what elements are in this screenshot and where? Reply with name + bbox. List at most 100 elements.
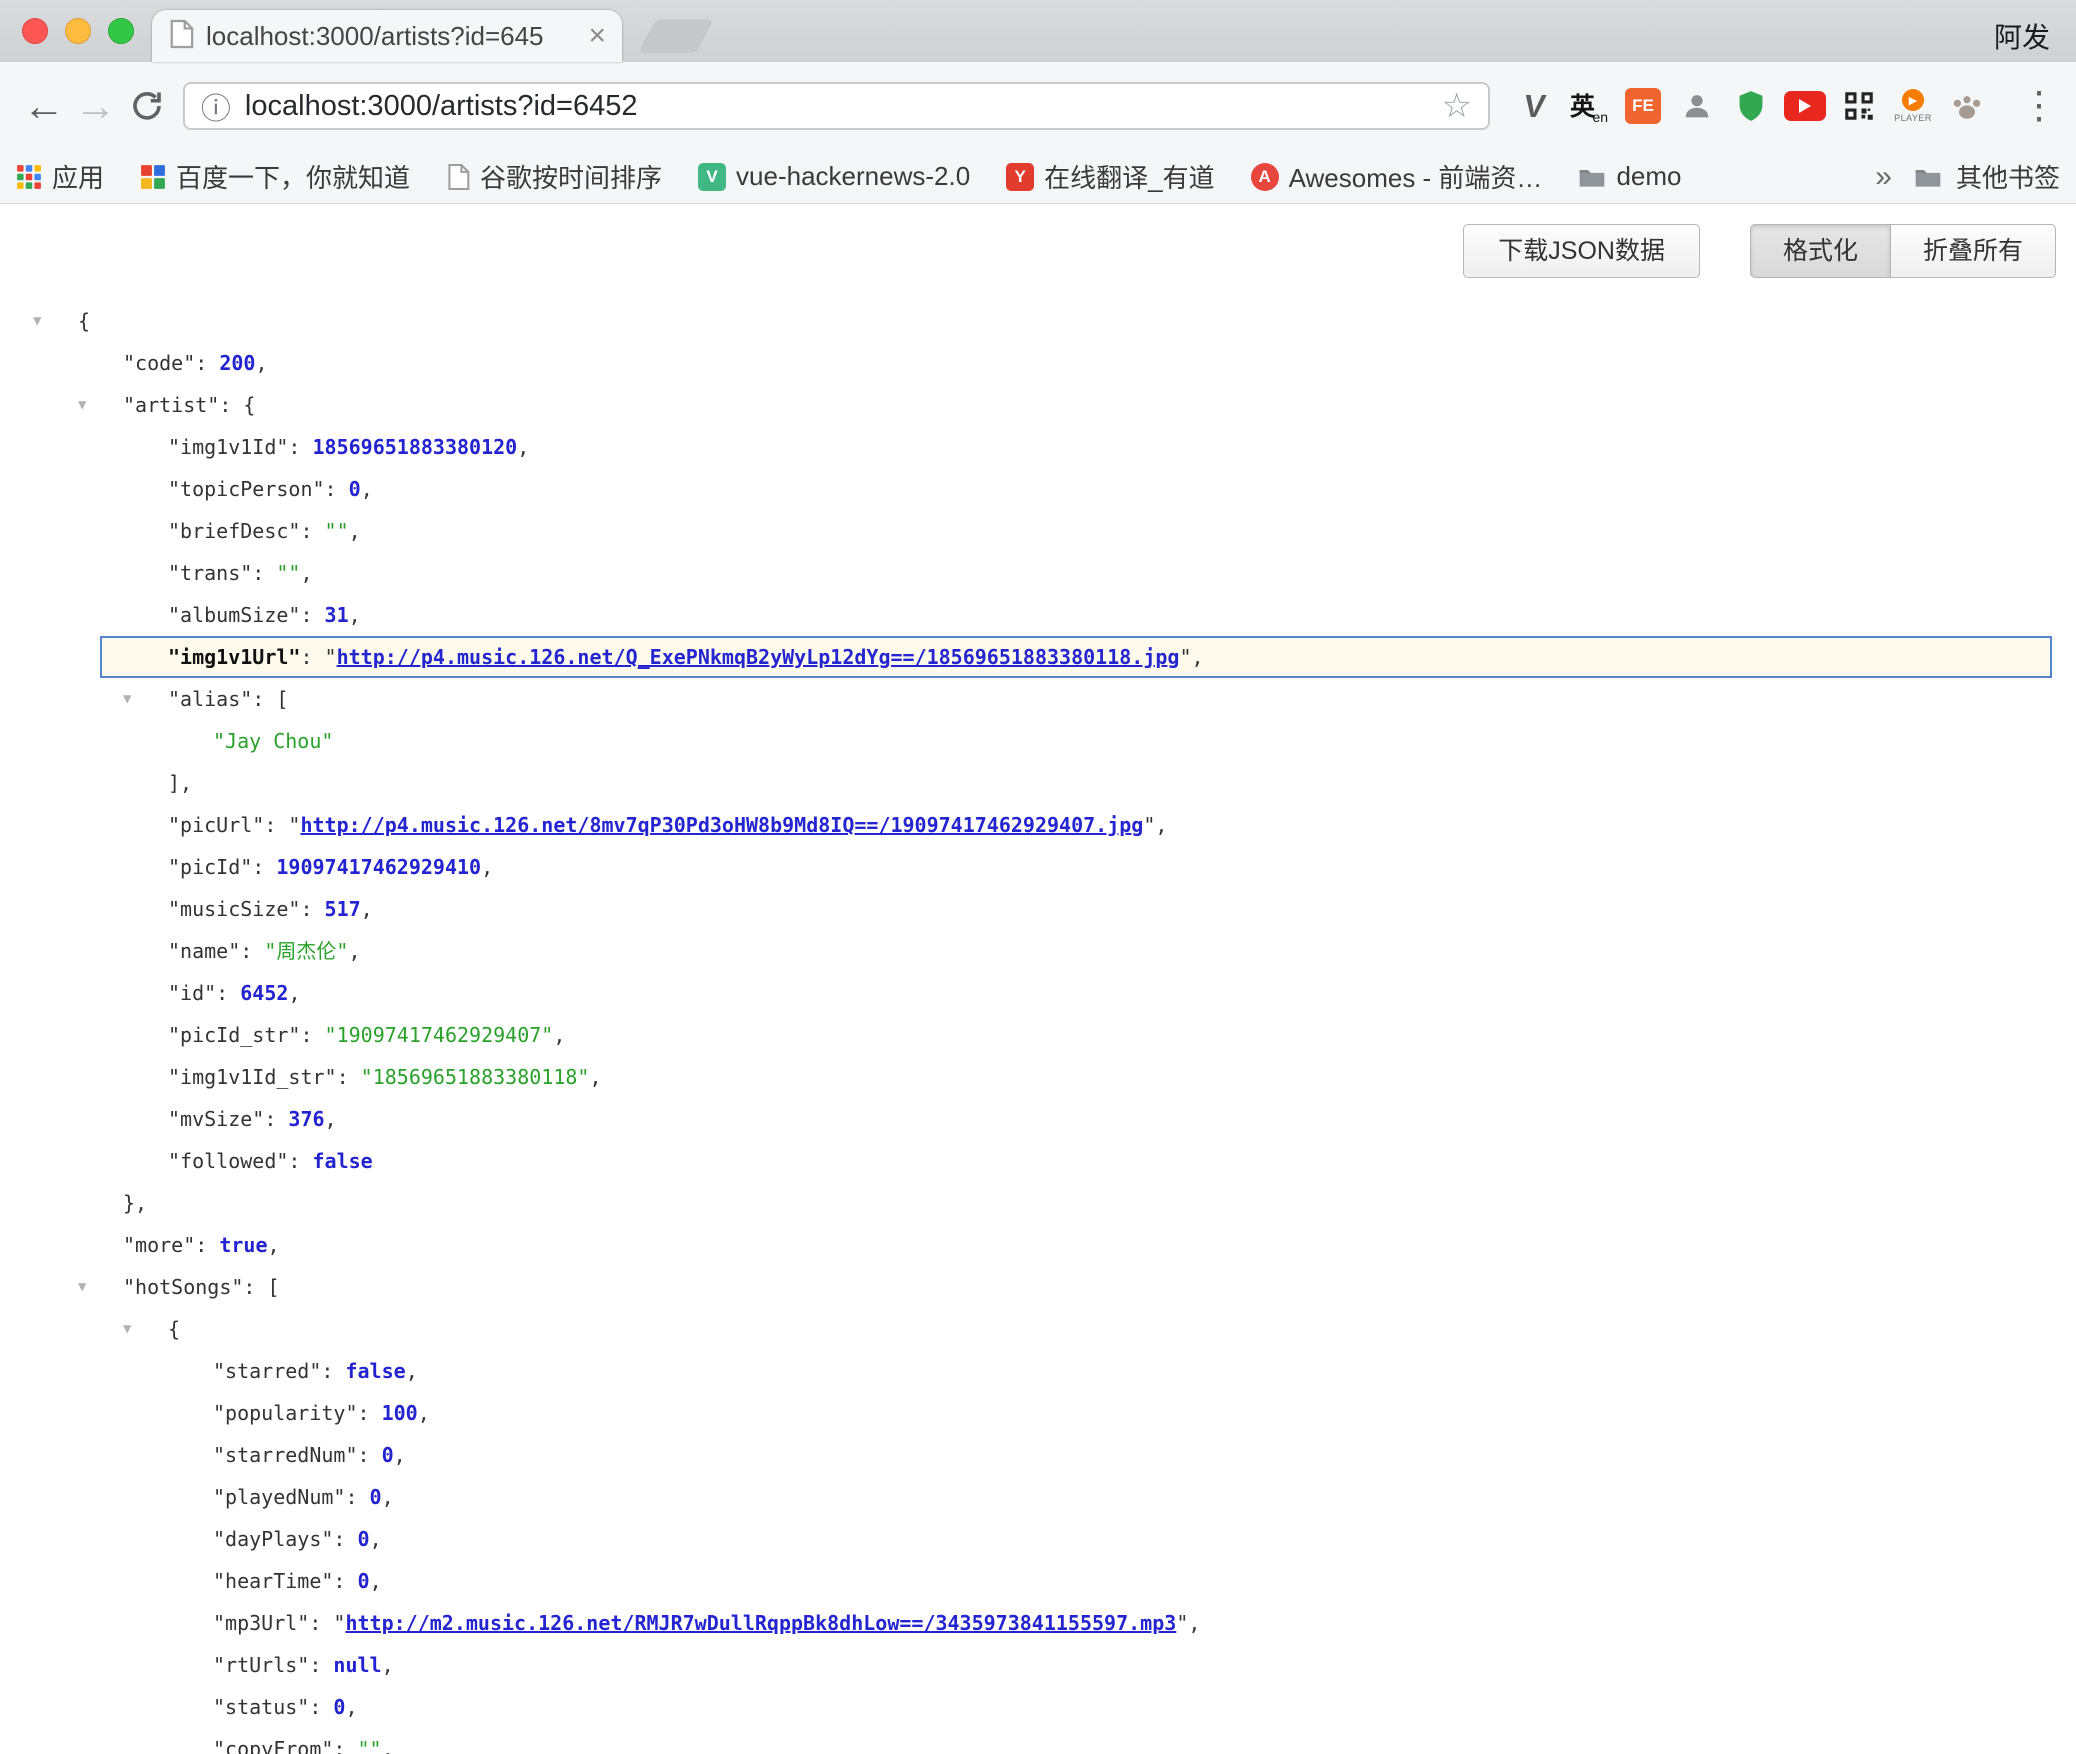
json-token: "mvSize" [168,1107,264,1131]
bookmark-star-icon[interactable]: ☆ [1442,86,1472,126]
json-token: 0 [358,1569,370,1593]
profile-name[interactable]: 阿发 [1994,16,2050,56]
json-line: ], [0,762,2076,804]
json-token: , [481,855,493,879]
bookmark-label: 在线翻译_有道 [1044,158,1214,195]
browser-tab[interactable]: localhost:3000/artists?id=645 × [152,10,622,62]
bookmarks-bar: 应用 百度一下，你就知道 谷歌按时间排序 V vue-hackernews-2.… [0,150,2076,204]
tab-close-icon[interactable]: × [588,21,606,51]
json-token: : [195,351,219,375]
close-window-button[interactable] [22,18,48,44]
collapse-toggle-icon[interactable]: ▼ [123,1308,168,1350]
bookmark-label: 百度一下，你就知道 [176,158,410,195]
url-text[interactable]: localhost:3000/artists?id=6452 [245,90,1442,123]
json-token: , [361,477,373,501]
json-line: }, [0,1182,2076,1224]
json-token: "albumSize" [168,603,300,627]
json-line: "starredNum": 0, [0,1434,2076,1476]
collapse-toggle-icon[interactable]: ▼ [78,384,123,426]
json-token: : [240,939,264,963]
collapse-toggle-icon[interactable]: ▼ [33,300,78,342]
json-token: 18569651883380120 [313,435,518,459]
browser-menu-icon[interactable]: ⋮ [2020,87,2058,125]
json-token: , [325,1107,337,1131]
json-link[interactable]: http://p4.music.126.net/Q_ExePNkmqB2yWyL… [337,645,1180,669]
other-bookmarks-label[interactable]: 其他书签 [1956,158,2060,195]
fullscreen-window-button[interactable] [108,18,134,44]
json-line: "Jay Chou" [0,720,2076,762]
collapse-toggle-icon[interactable]: ▼ [78,1266,123,1308]
minimize-window-button[interactable] [65,18,91,44]
fe-extension-icon[interactable]: FE [1622,85,1664,127]
site-info-icon[interactable]: ⓘ [201,84,231,128]
json-token: : [300,519,324,543]
download-json-button[interactable]: 下载JSON数据 [1463,224,1700,278]
back-button[interactable]: ← [18,80,70,132]
json-link[interactable]: http://m2.music.126.net/RMJR7wDullRqppBk… [345,1611,1176,1635]
window-controls [22,18,134,44]
tab-title: localhost:3000/artists?id=645 [206,21,544,52]
json-token: , [300,561,312,585]
json-token: 0 [333,1695,345,1719]
json-line: ▼{ [0,1308,2076,1350]
json-token: "mp3Url" [213,1611,309,1635]
bookmark-awesomes[interactable]: A Awesomes - 前端资… [1251,158,1543,195]
json-token: : [288,435,312,459]
json-line: "name": "周杰伦", [0,930,2076,972]
json-token: , [406,1359,418,1383]
youtube-icon[interactable] [1784,85,1826,127]
collapse-all-button[interactable]: 折叠所有 [1891,224,2056,278]
json-token: 200 [219,351,255,375]
person-glyph [1681,90,1713,122]
json-token: "musicSize" [168,897,300,921]
json-token: : [333,1569,357,1593]
qrcode-icon[interactable] [1838,85,1880,127]
bookmark-label: demo [1616,161,1681,192]
json-token: "rtUrls" [213,1653,309,1677]
json-token: , [349,603,361,627]
json-token: 6452 [240,981,288,1005]
json-token: "img1v1Id_str" [168,1065,337,1089]
json-token: : [321,1359,345,1383]
json-token: "dayPlays" [213,1527,333,1551]
bookmark-apps[interactable]: 应用 [16,158,104,195]
json-line: "playedNum": 0, [0,1476,2076,1518]
bookmark-google-sort[interactable]: 谷歌按时间排序 [446,158,662,195]
vimium-icon[interactable]: V [1514,85,1556,127]
json-line: "more": true, [0,1224,2076,1266]
collapse-toggle-icon[interactable]: ▼ [123,678,168,720]
json-token: "picId_str" [168,1023,300,1047]
github-icon[interactable] [1676,85,1718,127]
json-token: "more" [123,1233,195,1257]
bookmarks-overflow-icon[interactable]: » [1875,160,1892,194]
json-token: null [333,1653,381,1677]
json-line: "starred": false, [0,1350,2076,1392]
bookmark-vue-hackernews[interactable]: V vue-hackernews-2.0 [698,161,970,192]
shield-icon[interactable] [1730,85,1772,127]
json-line: "img1v1Id_str": "18569651883380118", [0,1056,2076,1098]
bookmark-baidu[interactable]: 百度一下，你就知道 [140,158,410,195]
json-token: 19097417462929410 [276,855,481,879]
translate-icon[interactable]: 英 en [1568,85,1610,127]
json-line: "briefDesc": "", [0,510,2076,552]
paw-glyph [1951,91,1983,121]
json-token: , [382,1737,394,1754]
bookmark-youdao[interactable]: Y 在线翻译_有道 [1006,158,1214,195]
json-token: "Jay Chou" [213,729,333,753]
json-token: , [288,981,300,1005]
json-token: : [309,1653,333,1677]
tab-strip: localhost:3000/artists?id=645 × 阿发 [0,0,2076,62]
json-line: "picId_str": "19097417462929407", [0,1014,2076,1056]
address-bar[interactable]: ⓘ localhost:3000/artists?id=6452 ☆ [183,82,1490,130]
new-tab-button[interactable] [639,20,712,52]
json-line: "mvSize": 376, [0,1098,2076,1140]
reload-button[interactable] [121,88,173,124]
player-icon[interactable]: ▶ PLAYER [1892,85,1934,127]
json-link[interactable]: http://p4.music.126.net/8mv7qP30Pd3oHW8b… [300,813,1143,837]
paw-icon[interactable] [1946,85,1988,127]
json-token: , [255,351,267,375]
json-token: : [252,561,276,585]
format-button[interactable]: 格式化 [1750,224,1891,278]
bookmark-demo-folder[interactable]: demo [1578,161,1681,192]
json-token: "" [325,519,349,543]
